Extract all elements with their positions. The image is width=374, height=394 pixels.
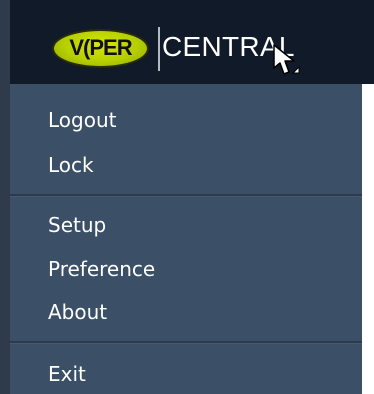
menu-item-lock[interactable]: Lock (48, 155, 94, 175)
menu-item-preference[interactable]: Preference (48, 259, 155, 279)
menu-separator (10, 341, 362, 343)
menu-item-about[interactable]: About (48, 302, 107, 322)
app-window: V(PER CENTRAL Logout Lock Setup Preferen… (0, 0, 374, 394)
menu-item-exit[interactable]: Exit (48, 364, 86, 384)
mouse-pointer-icon (273, 44, 300, 75)
menu-item-setup[interactable]: Setup (48, 215, 106, 235)
menu-separator (10, 194, 362, 196)
logo-divider (158, 27, 160, 71)
viper-logo: V(PER (52, 29, 149, 68)
left-edge-strip (0, 0, 10, 394)
menu-item-logout[interactable]: Logout (48, 110, 116, 130)
dropdown-menu: Logout Lock Setup Preference About Exit (10, 84, 374, 394)
viper-logo-text: V(PER (69, 34, 132, 60)
header-bar: V(PER CENTRAL (10, 0, 374, 84)
